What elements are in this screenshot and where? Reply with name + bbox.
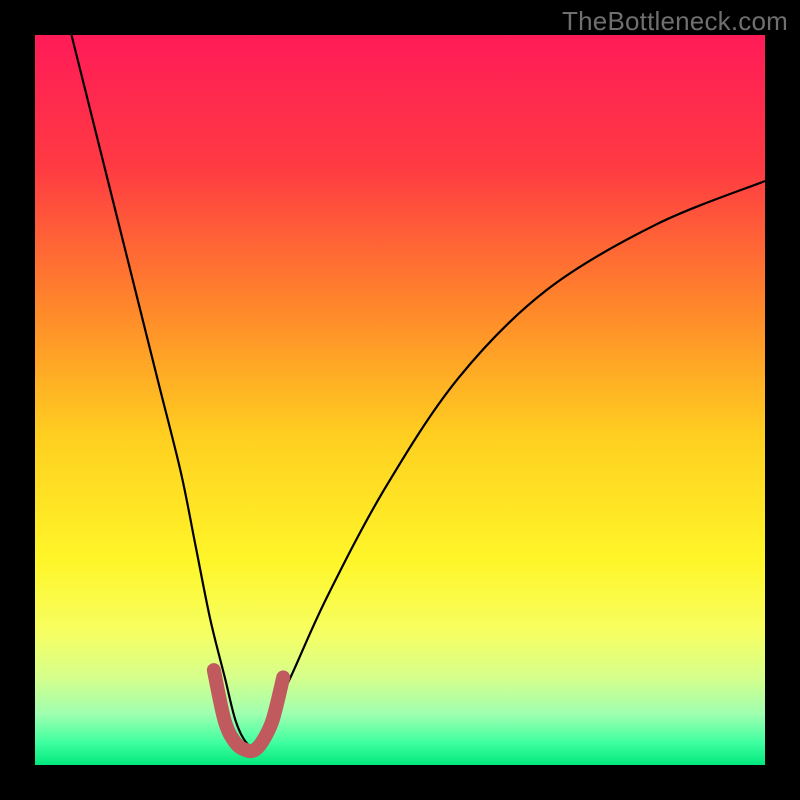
curves-layer xyxy=(35,35,765,765)
plot-area xyxy=(35,35,765,765)
optimal-band xyxy=(214,670,283,751)
chart-frame: TheBottleneck.com xyxy=(0,0,800,800)
watermark-text: TheBottleneck.com xyxy=(562,6,788,37)
bottleneck-curve xyxy=(72,35,766,746)
